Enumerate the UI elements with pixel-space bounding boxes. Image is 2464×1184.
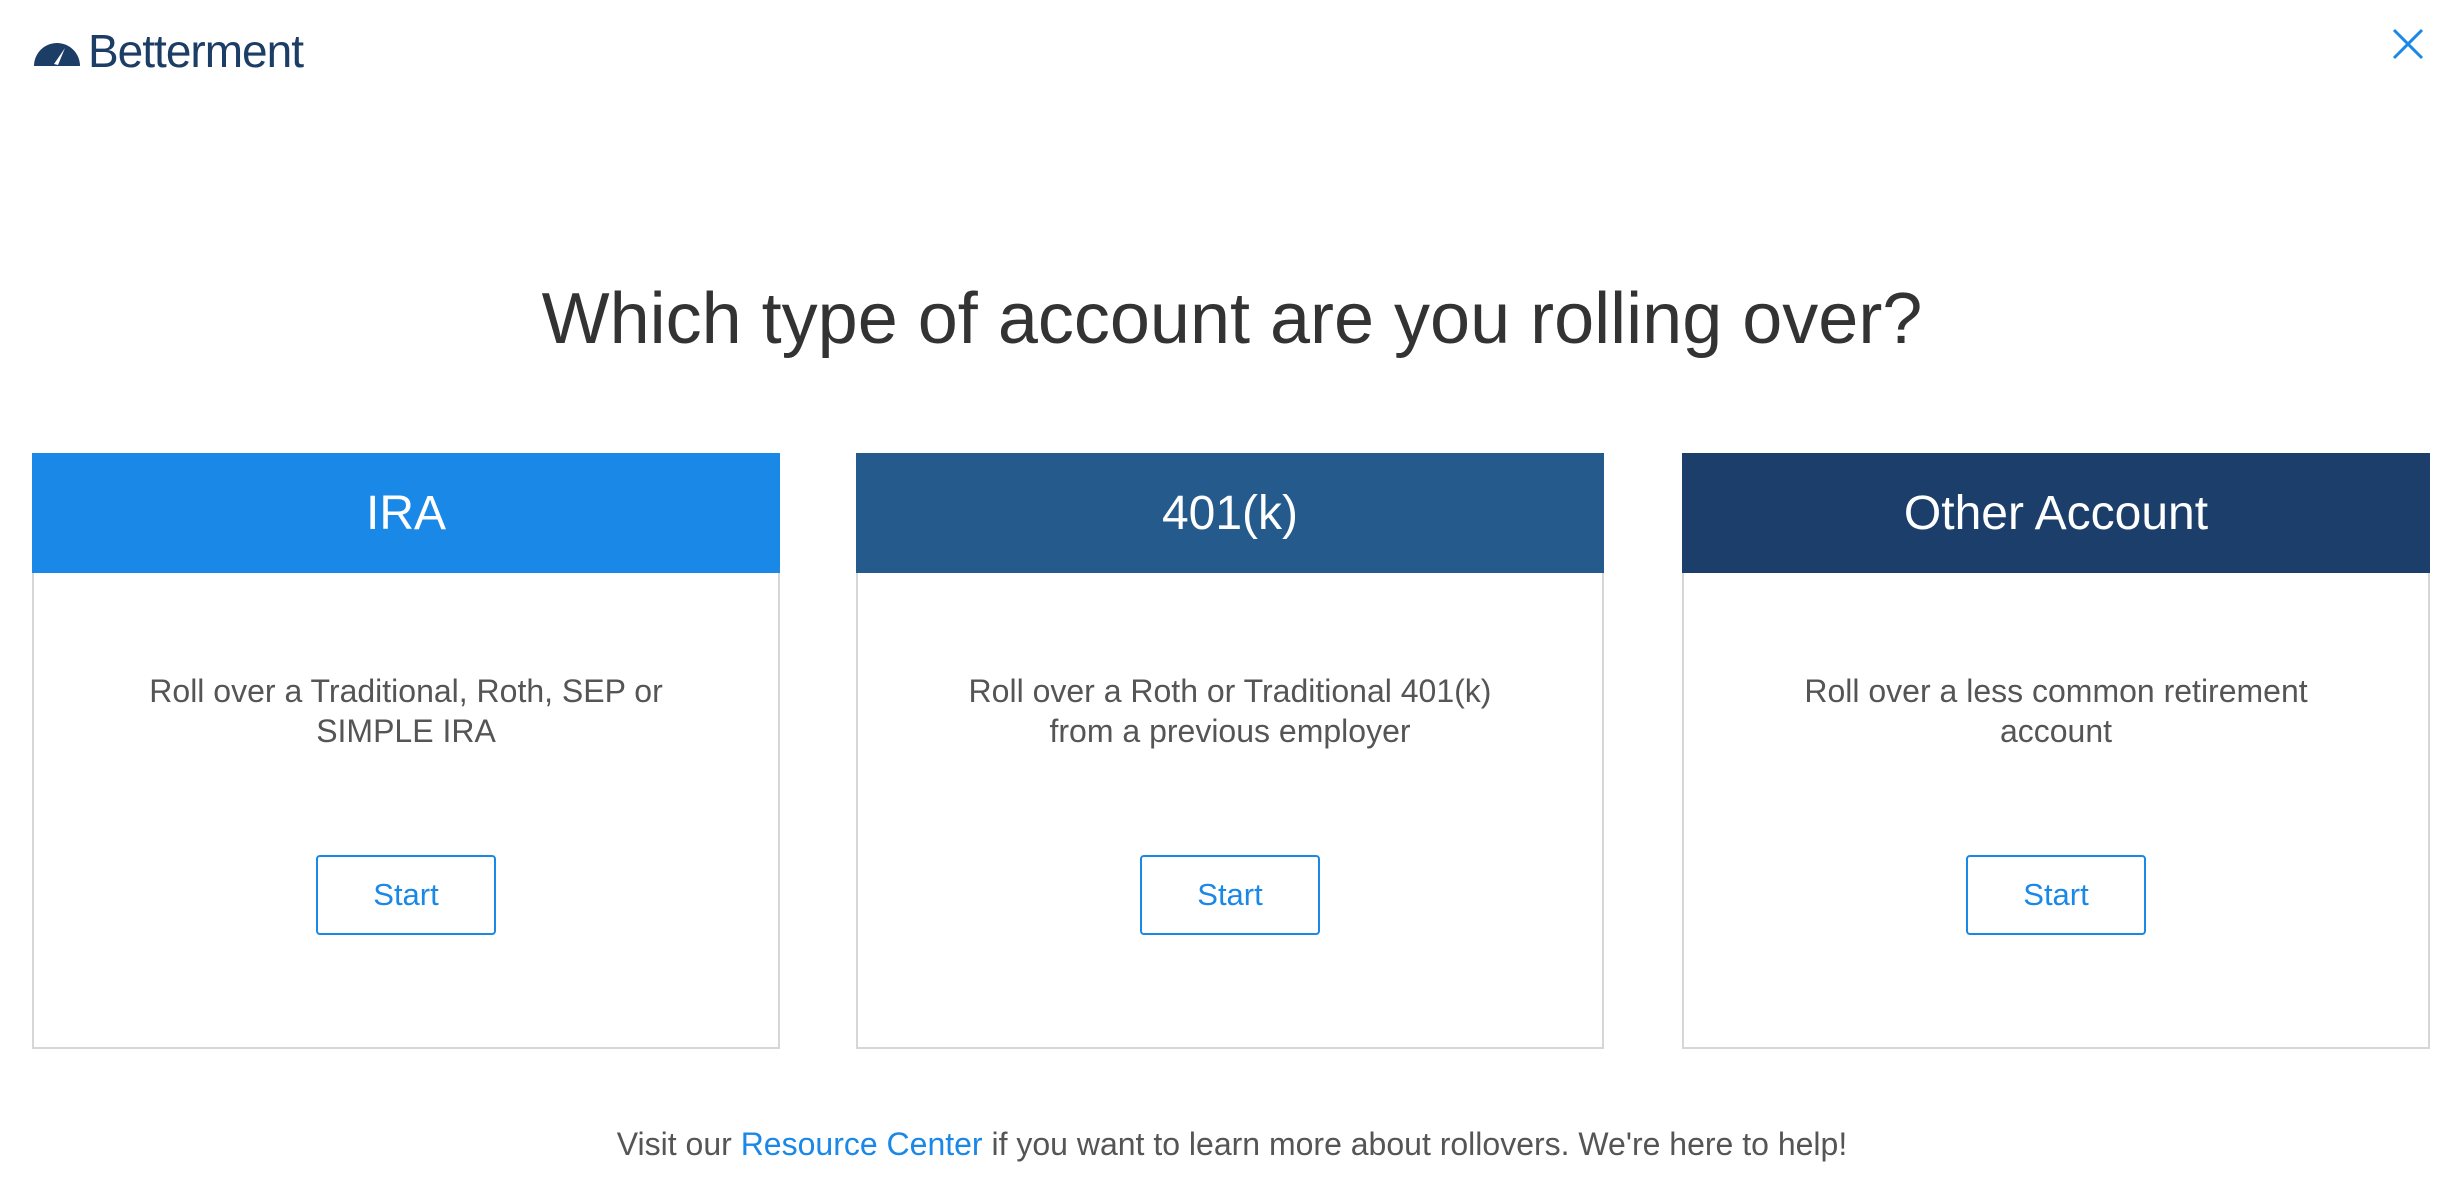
footer-suffix: if you want to learn more about rollover… bbox=[982, 1126, 1848, 1162]
card-ira-header: IRA bbox=[32, 453, 780, 573]
betterment-logo[interactable]: Betterment bbox=[32, 24, 304, 78]
card-other-account: Other Account Roll over a less common re… bbox=[1682, 453, 2430, 1049]
close-icon bbox=[2392, 28, 2424, 60]
close-button[interactable] bbox=[2388, 24, 2428, 64]
card-401k-heading: 401(k) bbox=[1161, 486, 1299, 540]
brand-name: Betterment bbox=[88, 25, 304, 77]
card-401k: 401(k) Roll over a Roth or Traditional 4… bbox=[856, 453, 1604, 1049]
card-other-heading: Other Account bbox=[1903, 486, 2209, 540]
card-401k-description: Roll over a Roth or Traditional 401(k) f… bbox=[968, 673, 1492, 749]
footer-help-text: Visit our Resource Center if you want to… bbox=[0, 1126, 2464, 1163]
resource-center-link[interactable]: Resource Center bbox=[741, 1126, 983, 1162]
card-other-header: Other Account bbox=[1682, 453, 2430, 573]
card-other-description: Roll over a less common retirement accou… bbox=[1804, 673, 2308, 749]
other-start-button[interactable]: Start bbox=[1966, 855, 2146, 935]
speedometer-logo-icon bbox=[34, 43, 80, 66]
ira-start-button[interactable]: Start bbox=[316, 855, 496, 935]
401k-start-button[interactable]: Start bbox=[1140, 855, 1320, 935]
card-ira: IRA Roll over a Traditional, Roth, SEP o… bbox=[32, 453, 780, 1049]
card-ira-heading: IRA bbox=[365, 486, 446, 540]
page-title: Which type of account are you rolling ov… bbox=[541, 279, 1923, 359]
header: Betterment bbox=[0, 0, 2464, 100]
card-ira-description: Roll over a Traditional, Roth, SEP or SI… bbox=[149, 673, 663, 749]
footer-prefix: Visit our bbox=[616, 1126, 741, 1162]
card-401k-header: 401(k) bbox=[856, 453, 1604, 573]
